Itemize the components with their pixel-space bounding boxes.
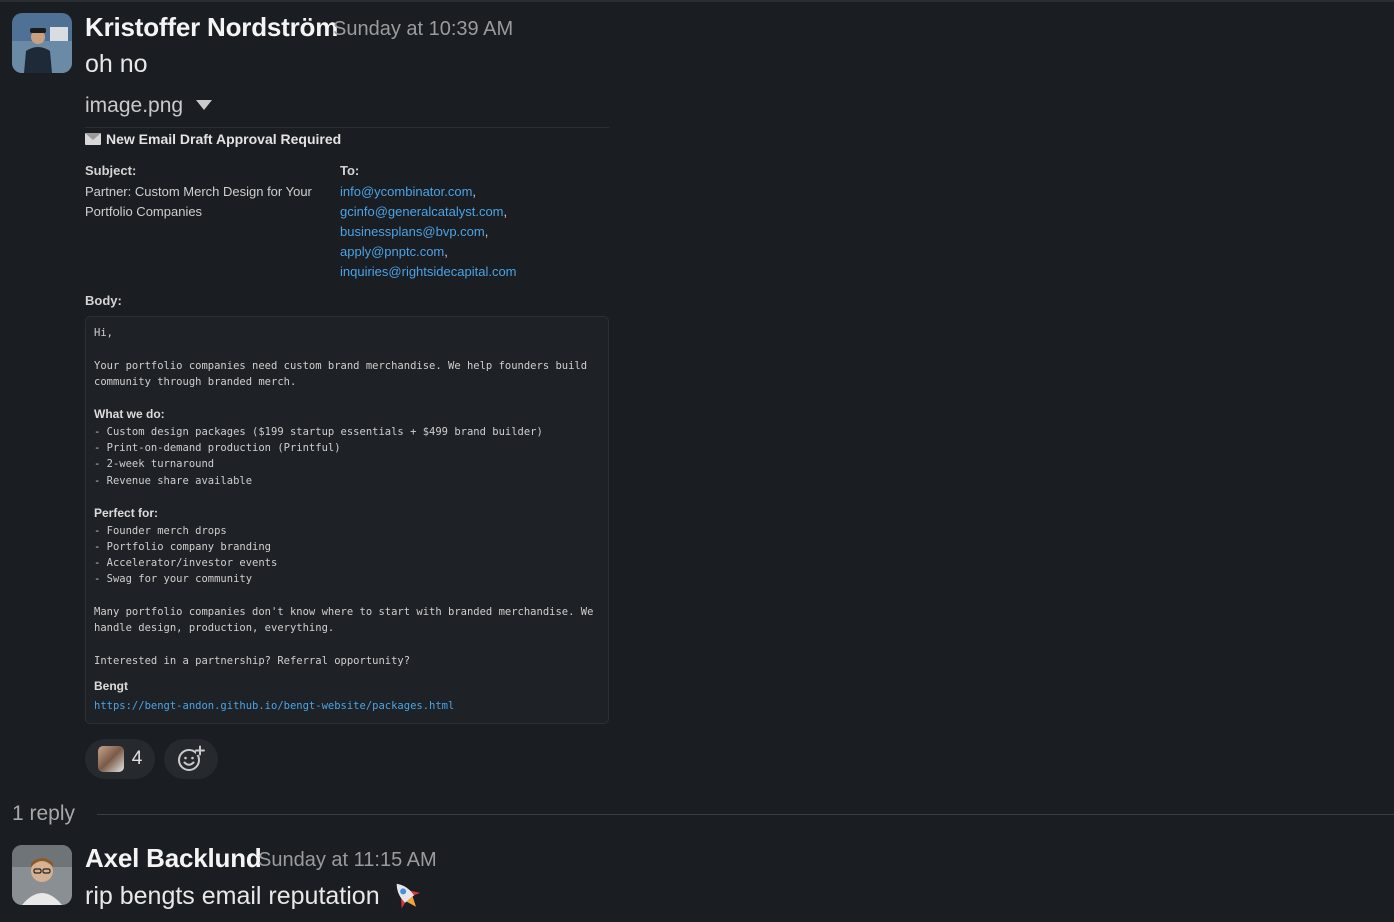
body-heading: Perfect for: <box>94 506 159 521</box>
message-kristoffer: Kristoffer Nordström Sunday at 10:39 AM … <box>0 2 1394 792</box>
body-line: Hi, <box>94 327 113 339</box>
recipient-item: gcinfo@generalcatalyst.com, <box>340 204 508 219</box>
recipient-email: gcinfo@generalcatalyst.com <box>340 204 504 219</box>
recipient-item: apply@pnptc.com, <box>340 244 448 259</box>
signature-link: https://bengt-andon.github.io/bengt-webs… <box>94 700 455 712</box>
reaction-pill[interactable]: 4 <box>85 739 155 779</box>
signature-name: Bengt <box>94 679 128 693</box>
body-line: - Portfolio company branding <box>94 540 272 553</box>
message-pane: Kristoffer Nordström Sunday at 10:39 AM … <box>0 0 1394 922</box>
body-line: - Accelerator/investor events <box>94 557 278 570</box>
author-name[interactable]: Axel Backlund <box>85 843 262 874</box>
author-name[interactable]: Kristoffer Nordström <box>85 12 338 43</box>
message-text: rip bengts email reputation <box>85 878 426 914</box>
email-body: Hi, Your portfolio companies need custom… <box>94 325 600 669</box>
avatar[interactable] <box>12 13 72 73</box>
subject-value: Partner: Custom Merch Design for Your Po… <box>85 184 312 219</box>
recipient-email: businessplans@bvp.com <box>340 224 485 239</box>
recipient-list: info@ycombinator.com, gcinfo@generalcata… <box>340 182 517 282</box>
body-line: Your portfolio companies need custom bra… <box>94 359 588 372</box>
user-photo-icon <box>12 845 72 905</box>
chevron-down-icon[interactable] <box>196 100 212 110</box>
body-line: - Revenue share available <box>94 474 253 487</box>
body-line: - 2-week turnaround <box>94 458 215 471</box>
reaction-count: 4 <box>131 748 143 769</box>
body-line: - Founder merch drops <box>94 524 227 537</box>
divider <box>85 127 609 128</box>
email-body-box: Hi, Your portfolio companies need custom… <box>85 316 609 724</box>
attachment-filename[interactable]: image.png <box>85 94 183 118</box>
email-card-title: New Email Draft Approval Required <box>85 131 341 147</box>
add-reaction-button[interactable] <box>164 739 218 779</box>
recipient-item: info@ycombinator.com, <box>340 184 477 199</box>
avatar[interactable] <box>12 845 72 905</box>
message-text-content: rip bengts email reputation <box>85 881 380 910</box>
divider <box>97 814 1394 815</box>
body-line: Many portfolio companies don't know wher… <box>94 606 594 619</box>
message-timestamp[interactable]: Sunday at 10:39 AM <box>333 18 513 41</box>
body-line: - Print-on-demand production (Printful) <box>94 442 341 455</box>
rocket-emoji-icon <box>396 883 420 909</box>
body-line: - Custom design packages ($199 startup e… <box>94 425 543 438</box>
message-timestamp[interactable]: Sunday at 11:15 AM <box>258 849 437 872</box>
email-card-title-text: New Email Draft Approval Required <box>106 131 342 147</box>
subject-label: Subject: <box>85 163 137 178</box>
body-label: Body: <box>85 293 122 308</box>
recipient-item: inquiries@rightsidecapital.com <box>340 262 517 282</box>
recipient-email: inquiries@rightsidecapital.com <box>340 264 517 279</box>
message-text: oh no <box>85 50 148 78</box>
user-photo-icon <box>12 13 72 73</box>
body-line: handle design, production, everything. <box>94 622 335 635</box>
custom-face-emoji-icon <box>97 746 124 772</box>
reply-count[interactable]: 1 reply <box>12 802 75 826</box>
body-line: community through branded merch. <box>94 375 297 388</box>
body-line: - Swag for your community <box>94 573 253 586</box>
body-heading: What we do: <box>94 407 165 422</box>
recipient-item: businessplans@bvp.com, <box>340 224 489 239</box>
envelope-icon <box>85 133 101 145</box>
recipient-email: apply@pnptc.com <box>340 244 445 259</box>
add-emoji-icon <box>178 745 205 771</box>
body-line: Interested in a partnership? Referral op… <box>94 654 411 667</box>
to-label: To: <box>340 163 360 178</box>
recipient-email: info@ycombinator.com <box>340 184 473 199</box>
message-axel: Axel Backlund Sunday at 11:15 AM rip ben… <box>0 840 1394 922</box>
